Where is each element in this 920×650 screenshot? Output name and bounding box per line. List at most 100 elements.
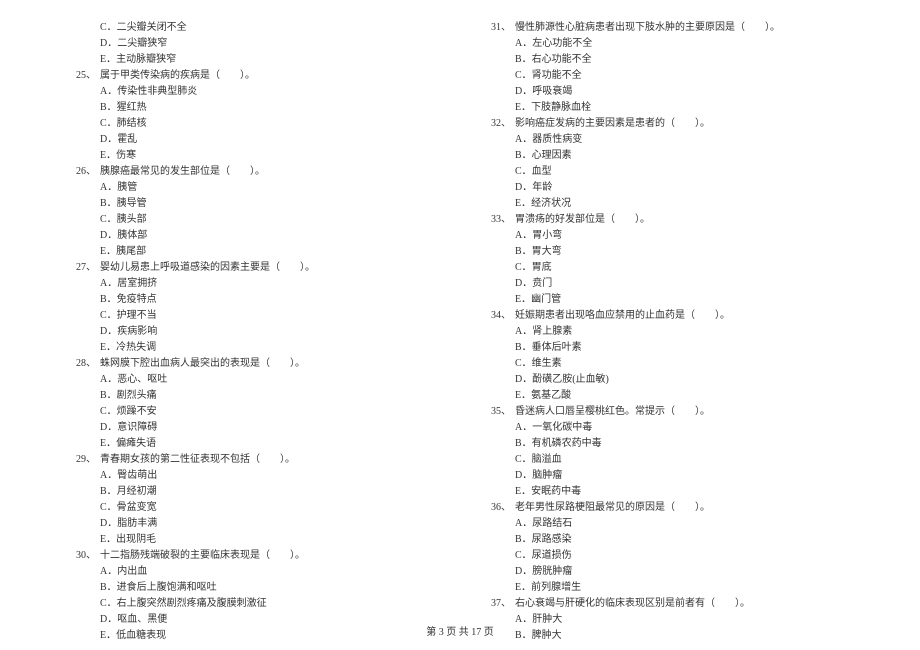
question: 27、婴幼儿易患上呼吸道感染的因素主要是（ ）。 xyxy=(60,260,445,276)
option: D．膀胱肿瘤 xyxy=(475,564,860,580)
option: A．居室拥挤 xyxy=(60,276,445,292)
option: C．脑溢血 xyxy=(475,452,860,468)
q-number: 28、 xyxy=(60,356,100,372)
option: B．尿路感染 xyxy=(475,532,860,548)
q-stem: 蛛网膜下腔出血病人最突出的表现是（ ）。 xyxy=(100,358,305,369)
q-number: 29、 xyxy=(60,452,100,468)
q-number: 30、 xyxy=(60,548,100,564)
option: B．右心功能不全 xyxy=(475,52,860,68)
right-column: 31、慢性肺源性心脏病患者出现下肢水肿的主要原因是（ ）。 A．左心功能不全 B… xyxy=(460,20,860,644)
option: B．心理因素 xyxy=(475,148,860,164)
q-number: 37、 xyxy=(475,596,515,612)
question: 32、影响癌症发病的主要因素是患者的（ ）。 xyxy=(475,116,860,132)
q-stem: 影响癌症发病的主要因素是患者的（ ）。 xyxy=(515,118,710,129)
option: C．血型 xyxy=(475,164,860,180)
option: B．月经初潮 xyxy=(60,484,445,500)
option: D．意识障碍 xyxy=(60,420,445,436)
option: C．胃底 xyxy=(475,260,860,276)
q-stem: 十二指肠残端破裂的主要临床表现是（ ）。 xyxy=(100,550,305,561)
q-stem: 昏迷病人口唇呈樱桃红色。常提示（ ）。 xyxy=(515,406,710,417)
option: A．胰管 xyxy=(60,180,445,196)
option: E．出现阴毛 xyxy=(60,532,445,548)
question: 26、胰腺癌最常见的发生部位是（ ）。 xyxy=(60,164,445,180)
option: E．伤寒 xyxy=(60,148,445,164)
option: A．臀齿萌出 xyxy=(60,468,445,484)
option: A．左心功能不全 xyxy=(475,36,860,52)
q-stem: 胰腺癌最常见的发生部位是（ ）。 xyxy=(100,166,265,177)
option: E．前列腺增生 xyxy=(475,580,860,596)
option: B．胃大弯 xyxy=(475,244,860,260)
option: D．霍乱 xyxy=(60,132,445,148)
q-number: 33、 xyxy=(475,212,515,228)
q-number: 25、 xyxy=(60,68,100,84)
page-content: C．二尖瓣关闭不全 D．二尖瓣狭窄 E．主动脉瓣狭窄 25、属于甲类传染病的疾病… xyxy=(0,20,920,644)
q-stem: 老年男性尿路梗阻最常见的原因是（ ）。 xyxy=(515,502,710,513)
option: C．二尖瓣关闭不全 xyxy=(60,20,445,36)
option: E．偏瘫失语 xyxy=(60,436,445,452)
question: 33、胃溃疡的好发部位是（ ）。 xyxy=(475,212,860,228)
left-column: C．二尖瓣关闭不全 D．二尖瓣狭窄 E．主动脉瓣狭窄 25、属于甲类传染病的疾病… xyxy=(60,20,460,644)
option: D．疾病影响 xyxy=(60,324,445,340)
question: 36、老年男性尿路梗阻最常见的原因是（ ）。 xyxy=(475,500,860,516)
option: A．胃小弯 xyxy=(475,228,860,244)
option: E．氨基乙酸 xyxy=(475,388,860,404)
option: A．传染性非典型肺炎 xyxy=(60,84,445,100)
question: 29、青春期女孩的第二性征表现不包括（ ）。 xyxy=(60,452,445,468)
q-stem: 慢性肺源性心脏病患者出现下肢水肿的主要原因是（ ）。 xyxy=(515,22,780,33)
option: D．呼吸衰竭 xyxy=(475,84,860,100)
q-number: 34、 xyxy=(475,308,515,324)
option: C．骨盆变宽 xyxy=(60,500,445,516)
q-number: 31、 xyxy=(475,20,515,36)
option: E．幽门管 xyxy=(475,292,860,308)
question: 30、十二指肠残端破裂的主要临床表现是（ ）。 xyxy=(60,548,445,564)
question: 34、妊娠期患者出现咯血应禁用的止血药是（ ）。 xyxy=(475,308,860,324)
page-footer: 第 3 页 共 17 页 xyxy=(0,623,920,638)
q-stem: 婴幼儿易患上呼吸道感染的因素主要是（ ）。 xyxy=(100,262,315,273)
option: A．一氧化碳中毒 xyxy=(475,420,860,436)
option: C．护理不当 xyxy=(60,308,445,324)
option: C．右上腹突然剧烈疼痛及腹膜刺激征 xyxy=(60,596,445,612)
option: C．胰头部 xyxy=(60,212,445,228)
option: A．器质性病变 xyxy=(475,132,860,148)
option: D．脂肪丰满 xyxy=(60,516,445,532)
option: D．脑肿瘤 xyxy=(475,468,860,484)
q-stem: 胃溃疡的好发部位是（ ）。 xyxy=(515,214,650,225)
option: A．恶心、呕吐 xyxy=(60,372,445,388)
option: B．剧烈头痛 xyxy=(60,388,445,404)
question: 25、属于甲类传染病的疾病是（ ）。 xyxy=(60,68,445,84)
question: 35、昏迷病人口唇呈樱桃红色。常提示（ ）。 xyxy=(475,404,860,420)
q-stem: 右心衰竭与肝硬化的临床表现区别是前者有（ ）。 xyxy=(515,598,750,609)
option: D．年龄 xyxy=(475,180,860,196)
q-stem: 妊娠期患者出现咯血应禁用的止血药是（ ）。 xyxy=(515,310,730,321)
q-number: 35、 xyxy=(475,404,515,420)
option: E．下肢静脉血栓 xyxy=(475,100,860,116)
option: B．猩红热 xyxy=(60,100,445,116)
option: A．内出血 xyxy=(60,564,445,580)
q-number: 26、 xyxy=(60,164,100,180)
option: C．烦躁不安 xyxy=(60,404,445,420)
option: E．主动脉瓣狭窄 xyxy=(60,52,445,68)
option: D．酚磺乙胺(止血敏) xyxy=(475,372,860,388)
option: C．维生素 xyxy=(475,356,860,372)
option: E．经济状况 xyxy=(475,196,860,212)
option: E．安眠药中毒 xyxy=(475,484,860,500)
option: B．进食后上腹饱满和呕吐 xyxy=(60,580,445,596)
option: D．胰体部 xyxy=(60,228,445,244)
option: B．免疫特点 xyxy=(60,292,445,308)
option: C．肾功能不全 xyxy=(475,68,860,84)
question: 28、蛛网膜下腔出血病人最突出的表现是（ ）。 xyxy=(60,356,445,372)
question: 37、右心衰竭与肝硬化的临床表现区别是前者有（ ）。 xyxy=(475,596,860,612)
option: D．贲门 xyxy=(475,276,860,292)
option: A．尿路结石 xyxy=(475,516,860,532)
option: B．有机磷农药中毒 xyxy=(475,436,860,452)
q-stem: 青春期女孩的第二性征表现不包括（ ）。 xyxy=(100,454,295,465)
q-number: 27、 xyxy=(60,260,100,276)
option: B．胰导管 xyxy=(60,196,445,212)
q-number: 36、 xyxy=(475,500,515,516)
option: D．二尖瓣狭窄 xyxy=(60,36,445,52)
option: C．尿道损伤 xyxy=(475,548,860,564)
option: E．胰尾部 xyxy=(60,244,445,260)
option: E．冷热失调 xyxy=(60,340,445,356)
option: A．肾上腺素 xyxy=(475,324,860,340)
q-number: 32、 xyxy=(475,116,515,132)
